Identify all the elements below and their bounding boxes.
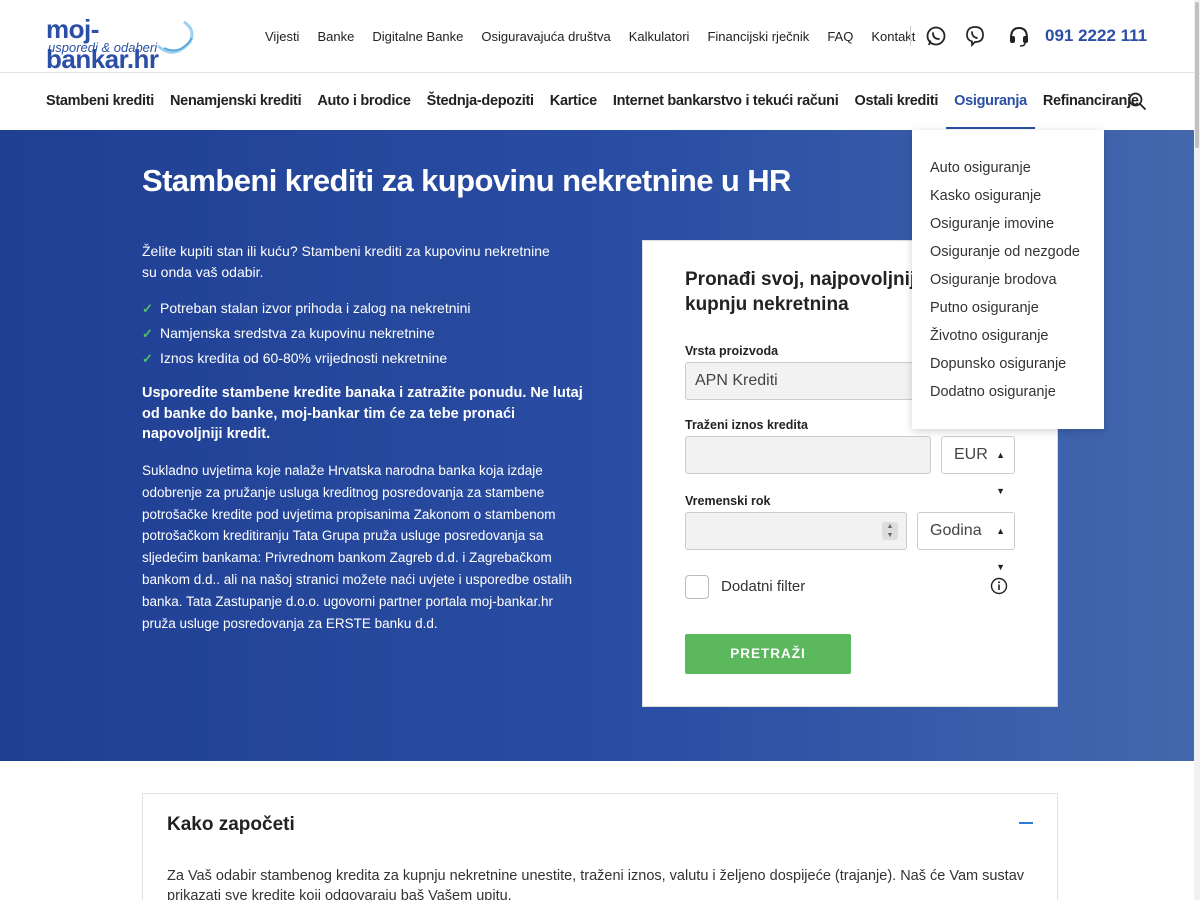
logo-tagline: usporedi & odaberi [48, 40, 158, 55]
top-separator [910, 26, 911, 46]
nav-item-stednja-depoziti[interactable]: Štednja-depoziti [427, 73, 534, 130]
phone-number[interactable]: 091 2222 111 [1045, 26, 1147, 46]
top-link-vijesti[interactable]: Vijesti [265, 29, 299, 44]
menu-item-dodatno-osiguranje[interactable]: Dodatno osiguranje [912, 378, 1104, 406]
hero-bullet-list: ✓ Potreban stalan izvor prihoda i zalog n… [142, 296, 471, 371]
hero-disclaimer-text: Sukladno uvjetima koje nalaže Hrvatska n… [142, 463, 572, 631]
term-unit-select[interactable]: Godina ▲ ▼ [917, 512, 1015, 572]
search-button[interactable]: PRETRAŽI [685, 634, 851, 674]
collapse-icon[interactable] [1019, 822, 1033, 824]
accordion-title[interactable]: Kako započeti [167, 814, 295, 836]
check-icon: ✓ [142, 326, 153, 341]
nav-item-kartice[interactable]: Kartice [550, 73, 597, 130]
check-icon: ✓ [142, 301, 153, 316]
info-icon[interactable] [990, 577, 1008, 595]
product-type-label: Vrsta proizvoda [685, 344, 779, 358]
top-link-financijski-rjecnik[interactable]: Financijski rječnik [707, 29, 809, 44]
additional-filter-label[interactable]: Dodatni filter [721, 578, 805, 595]
menu-item-osiguranje-brodova[interactable]: Osiguranje brodova [912, 266, 1104, 294]
menu-item-dopunsko-osiguranje[interactable]: Dopunsko osiguranje [912, 350, 1104, 378]
menu-item-kasko-osiguranje[interactable]: Kasko osiguranje [912, 182, 1104, 210]
accordion-text: Za Vaš odabir stambenog kredita za kupnj… [167, 868, 1025, 900]
list-item: ✓ Namjenska sredstva za kupovinu nekretni… [142, 321, 471, 346]
hero-intro: Želite kupiti stan ili kuću? Stambeni kr… [142, 243, 550, 280]
how-to-start-accordion: Kako započeti Za Vaš odabir stambenog kr… [142, 793, 1058, 900]
top-link-osiguravajuca-drustva[interactable]: Osiguravajuća društva [481, 29, 610, 44]
top-links: Vijesti Banke Digitalne Banke Osiguravaj… [265, 0, 933, 72]
menu-item-auto-osiguranje[interactable]: Auto osiguranje [912, 154, 1104, 182]
loan-amount-label: Traženi iznos kredita [685, 418, 808, 432]
page-scrollbar[interactable] [1194, 0, 1200, 900]
top-link-digitalne-banke[interactable]: Digitalne Banke [372, 29, 463, 44]
select-arrows-icon: ▲ ▼ [996, 526, 1005, 572]
menu-item-putno-osiguranje[interactable]: Putno osiguranje [912, 294, 1104, 322]
nav-item-nenamjenski-krediti[interactable]: Nenamjenski krediti [170, 73, 302, 130]
viber-icon[interactable] [964, 25, 986, 47]
product-type-value: APN Krediti [695, 372, 778, 389]
page-title: Stambeni krediti za kupovinu nekretnine … [142, 163, 791, 198]
select-arrows-icon: ▲ ▼ [996, 450, 1005, 496]
number-spinner-icon[interactable]: ▲ ▼ [882, 522, 898, 540]
menu-item-zivotno-osiguranje[interactable]: Životno osiguranje [912, 322, 1104, 350]
logo-swirl-icon [157, 20, 194, 54]
site-logo[interactable]: moj-bankar.hr usporedi & odaberi [46, 14, 198, 74]
currency-value: EUR [954, 446, 988, 463]
osiguranja-dropdown-menu: Auto osiguranje Kasko osiguranje Osigura… [912, 130, 1104, 429]
term-unit-value: Godina [930, 522, 982, 539]
check-icon: ✓ [142, 351, 153, 366]
nav-item-refinanciranje[interactable]: Refinanciranje [1043, 73, 1139, 130]
top-link-kontakt[interactable]: Kontakt [871, 29, 915, 44]
nav-item-internet-bankarstvo[interactable]: Internet bankarstvo i tekući računi [613, 73, 839, 130]
top-bar: moj-bankar.hr usporedi & odaberi Vijesti… [0, 0, 1200, 74]
nav-item-stambeni-krediti[interactable]: Stambeni krediti [46, 73, 154, 130]
term-input[interactable]: ▲ ▼ [685, 512, 907, 550]
scrollbar-thumb[interactable] [1195, 2, 1199, 148]
whatsapp-icon[interactable] [925, 25, 947, 47]
menu-item-osiguranje-od-nezgode[interactable]: Osiguranje od nezgode [912, 238, 1104, 266]
menu-item-osiguranje-imovine[interactable]: Osiguranje imovine [912, 210, 1104, 238]
headset-icon [1010, 26, 1028, 47]
nav-item-osiguranja[interactable]: Osiguranja [946, 73, 1035, 130]
top-link-faq[interactable]: FAQ [827, 29, 853, 44]
list-item: ✓ Iznos kredita od 60-80% vrijednosti nek… [142, 346, 471, 371]
term-label: Vremenski rok [685, 494, 771, 508]
currency-select[interactable]: EUR ▲ ▼ [941, 436, 1015, 496]
nav-item-ostali-krediti[interactable]: Ostali krediti [854, 73, 938, 130]
nav-item-auto-i-brodice[interactable]: Auto i brodice [317, 73, 411, 130]
additional-filter-checkbox[interactable] [685, 575, 709, 599]
search-icon[interactable] [1128, 92, 1146, 110]
main-nav: Stambeni krediti Nenamjenski krediti Aut… [0, 73, 1194, 130]
hero-highlight-text: Usporedite stambene kredite banaka i zat… [142, 385, 583, 442]
list-item: ✓ Potreban stalan izvor prihoda i zalog n… [142, 296, 471, 321]
top-link-banke[interactable]: Banke [317, 29, 354, 44]
top-link-kalkulatori[interactable]: Kalkulatori [629, 29, 690, 44]
loan-amount-input[interactable] [685, 436, 931, 474]
